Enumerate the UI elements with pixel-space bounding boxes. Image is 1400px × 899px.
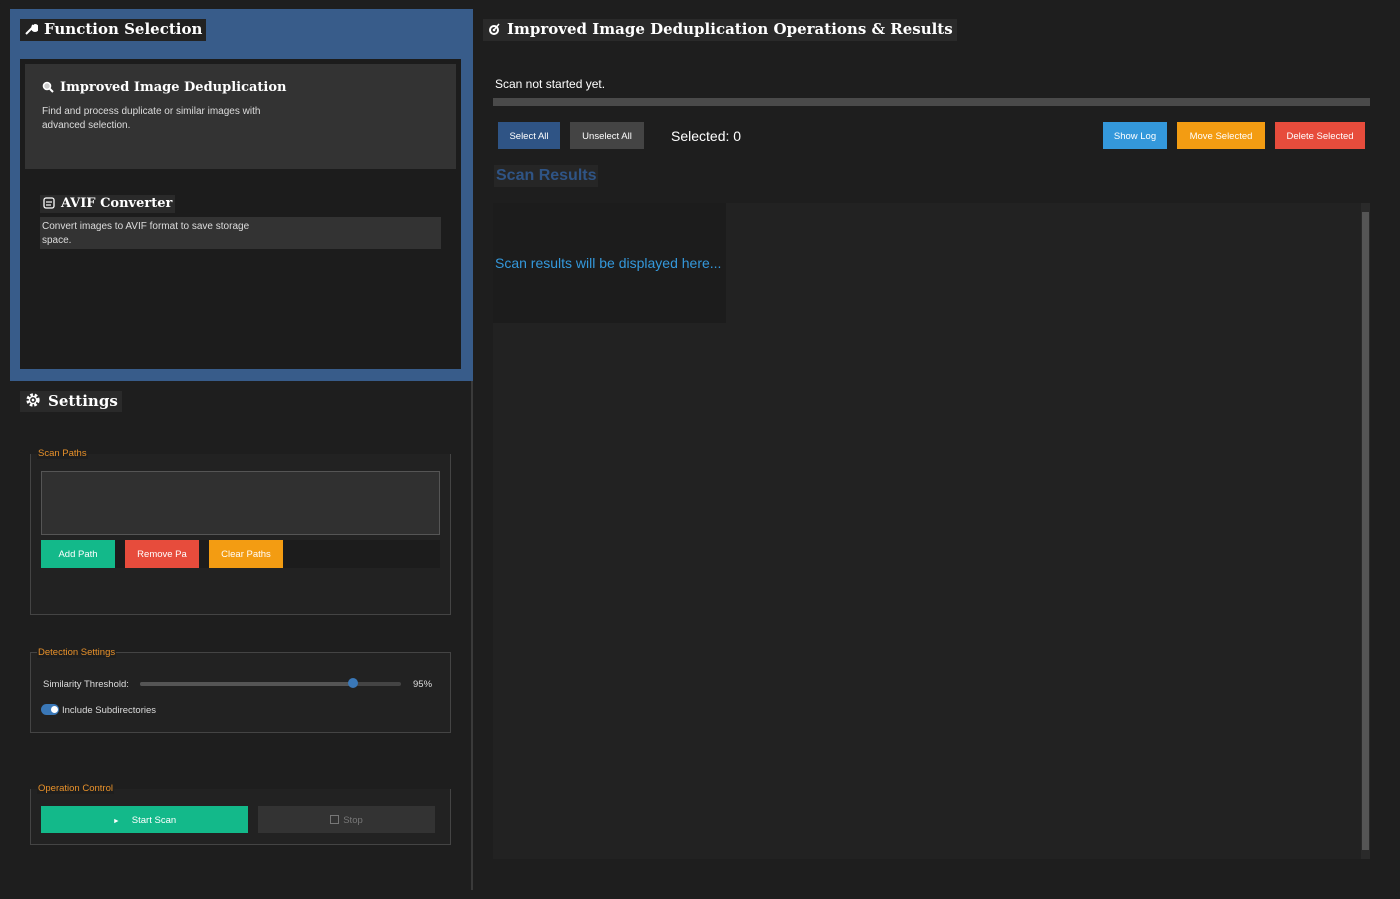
similarity-slider-fill: [140, 682, 353, 686]
image-icon: [43, 197, 55, 209]
clear-paths-button[interactable]: Clear Paths: [209, 540, 283, 568]
scan-status-text: Scan not started yet.: [495, 77, 606, 91]
function-card-dedup-title: Improved Image Deduplication: [42, 80, 287, 95]
detection-settings-label: Detection Settings: [37, 647, 117, 658]
results-scrollbar-thumb[interactable]: [1362, 212, 1369, 850]
function-card-dedup-description: Find and process duplicate or similar im…: [42, 106, 261, 131]
function-card-avif[interactable]: AVIF Converter: [40, 195, 176, 213]
detection-settings-group: [30, 652, 451, 733]
move-selected-button[interactable]: Move Selected: [1177, 122, 1265, 149]
gear-icon: [24, 392, 42, 408]
select-all-button[interactable]: Select All: [498, 122, 560, 149]
play-icon: ►: [112, 818, 120, 825]
results-panel-title: Improved Image Deduplication Operations …: [483, 19, 957, 41]
magnifier-icon: [42, 81, 54, 93]
scan-paths-label: Scan Paths: [37, 448, 88, 459]
similarity-value: 95%: [413, 679, 433, 690]
scan-progress-bar: [493, 98, 1370, 106]
stop-button[interactable]: Stop: [258, 806, 435, 833]
panel-divider[interactable]: [471, 381, 473, 890]
delete-selected-button[interactable]: Delete Selected: [1275, 122, 1365, 149]
settings-title: Settings: [20, 391, 122, 412]
scan-paths-list[interactable]: [41, 471, 440, 535]
start-scan-button[interactable]: ► Start Scan: [41, 806, 248, 833]
include-subdirectories-label[interactable]: Include Subdirectories: [62, 705, 156, 716]
selected-count: Selected: 0: [671, 128, 742, 144]
operation-control-label: Operation Control: [37, 783, 114, 794]
add-path-button[interactable]: Add Path: [41, 540, 115, 568]
show-log-button[interactable]: Show Log: [1103, 122, 1167, 149]
wrench-icon: [24, 22, 39, 36]
function-selection-title: Function Selection: [20, 19, 207, 41]
similarity-slider-handle[interactable]: [348, 678, 358, 688]
remove-path-button[interactable]: Remove Pa: [125, 540, 199, 568]
function-card-avif-description: Convert images to AVIF format to save st…: [40, 217, 441, 249]
scan-paths-group-header: [30, 446, 451, 454]
scan-results-title: Scan Results: [494, 165, 599, 187]
results-placeholder-text: Scan results will be displayed here...: [495, 255, 722, 271]
stop-icon: [330, 815, 340, 824]
similarity-threshold-label: Similarity Threshold:: [43, 679, 129, 690]
toggle-knob: [51, 706, 58, 713]
unselect-all-button[interactable]: Unselect All: [570, 122, 644, 149]
target-icon: [487, 22, 501, 36]
